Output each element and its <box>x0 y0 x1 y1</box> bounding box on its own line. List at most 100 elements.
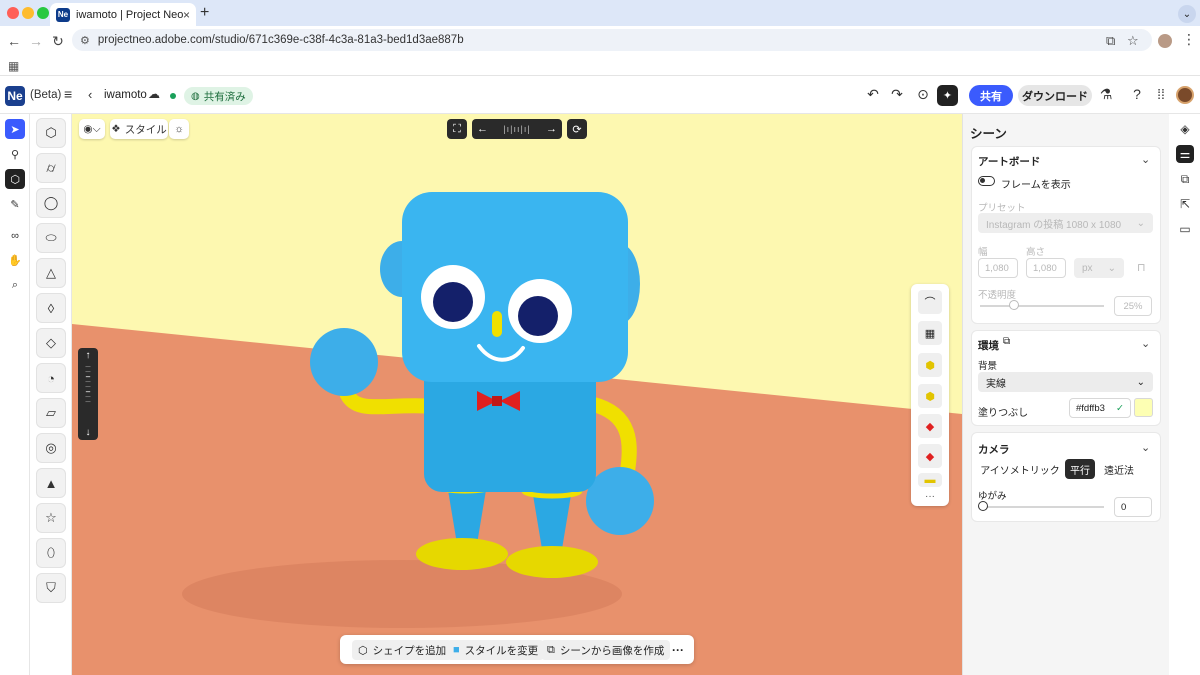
egg-shape-icon[interactable]: ⬯ <box>36 538 66 568</box>
browser-menu-icon[interactable]: ⋮ <box>1182 31 1196 48</box>
install-app-icon[interactable]: ⧉ <box>1106 33 1115 49</box>
distortion-input[interactable]: 0 <box>1114 497 1152 517</box>
undo-icon[interactable]: ↶ <box>864 86 882 103</box>
lab-flask-icon[interactable]: ⚗ <box>1097 86 1115 103</box>
mouse-icon[interactable]: ⊙ <box>914 86 932 103</box>
camera-view-dropdown[interactable]: ◉ ⌵ <box>79 119 105 139</box>
export-icon[interactable]: ⇱ <box>1176 195 1194 213</box>
apps-grid-icon[interactable]: ⁞⁞ <box>1152 86 1170 102</box>
browser-profile-avatar[interactable] <box>1158 34 1172 48</box>
rotation-slider[interactable]: ← |ı|ıı|ı| → <box>472 119 562 139</box>
document-name[interactable]: iwamoto <box>104 89 147 101</box>
plane-shape-icon[interactable]: ▱ <box>36 398 66 428</box>
new-tab-button[interactable]: + <box>200 4 209 22</box>
redo-icon[interactable]: ↷ <box>888 86 906 103</box>
layers-icon[interactable]: ◈ <box>1176 120 1194 138</box>
maximize-window-button[interactable] <box>37 7 49 19</box>
close-tab-icon[interactable]: × <box>183 8 190 22</box>
torus-shape-icon[interactable]: ◎ <box>36 433 66 463</box>
zoom-up-arrow-icon[interactable]: ↑ <box>78 350 98 361</box>
material-red-icon[interactable]: ◆ <box>918 414 942 438</box>
shared-status-badge[interactable]: ◍ 共有済み <box>184 87 253 105</box>
zoom-vertical-slider[interactable]: ↑ ─ ─ ━ ─ ─ ━ ─ ─ ↓ <box>78 348 98 440</box>
lighting-icon[interactable]: ☼ <box>169 119 189 139</box>
site-settings-icon[interactable]: ⚙ <box>80 34 90 47</box>
drop-shape-icon[interactable]: ◊ <box>36 293 66 323</box>
environment-collapse-chevron-icon[interactable]: ⌄ <box>1141 337 1150 350</box>
zoom-down-arrow-icon[interactable]: ↓ <box>78 427 98 438</box>
opacity-slider-thumb[interactable] <box>1009 300 1019 310</box>
help-icon[interactable]: ? <box>1128 86 1146 102</box>
star-shape-icon[interactable]: ☆ <box>36 503 66 533</box>
fill-hex-input[interactable]: #fdffb3 ✓ <box>1069 398 1131 418</box>
minimize-window-button[interactable] <box>22 7 34 19</box>
zoom-tool-icon[interactable]: ⌕ <box>5 275 25 295</box>
share-button[interactable]: 共有 <box>969 85 1013 106</box>
select-tool-icon[interactable]: ➤ <box>5 119 25 139</box>
change-style-button[interactable]: ■ スタイルを変更 <box>447 640 545 660</box>
rotate-left-arrow-icon[interactable]: ← <box>477 123 488 135</box>
tab-list-chevron-icon[interactable]: ⌄ <box>1178 5 1196 23</box>
blob-shape-icon[interactable]: ◔ <box>36 363 66 393</box>
material-yellow-cube-icon[interactable]: ⬢ <box>918 353 942 377</box>
back-chevron-icon[interactable]: ‹ <box>88 87 92 102</box>
cone-shape-icon[interactable]: △ <box>36 258 66 288</box>
combine-tool-icon[interactable]: ∞ <box>5 226 25 246</box>
hamburger-menu-icon[interactable]: ≡ <box>64 86 72 102</box>
url-bar[interactable]: ⚙ projectneo.adobe.com/studio/671c369e-c… <box>72 29 1152 51</box>
lock-ratio-icon[interactable]: ⊓ <box>1137 261 1146 274</box>
unit-select[interactable]: px ⌄ <box>1074 258 1124 278</box>
rotate-right-arrow-icon[interactable]: → <box>546 123 557 135</box>
box-shape-icon[interactable]: ◇ <box>36 328 66 358</box>
close-window-button[interactable] <box>7 7 19 19</box>
material-brush-icon[interactable]: ⌒ <box>918 290 942 314</box>
artboard-collapse-chevron-icon[interactable]: ⌄ <box>1141 153 1150 166</box>
properties-sliders-icon[interactable]: ⚌ <box>1176 145 1194 163</box>
cube-tool-icon[interactable]: ⬡ <box>5 169 25 189</box>
opacity-input[interactable]: 25% <box>1114 296 1152 316</box>
ai-generate-icon[interactable]: ✦ <box>937 85 958 106</box>
reload-icon[interactable]: ↻ <box>50 33 66 50</box>
brush-tool-icon[interactable]: ✎ <box>5 194 25 214</box>
orbit-icon[interactable]: ⟳ <box>567 119 587 139</box>
capsule-shape-icon[interactable]: ⬭ <box>36 223 66 253</box>
add-shape-button[interactable]: ⬡ シェイプを追加 <box>352 640 453 660</box>
camera-mode-perspective[interactable]: 遠近法 <box>1100 459 1138 479</box>
external-link-icon[interactable]: ⧉ <box>1003 336 1010 347</box>
more-actions-icon[interactable]: ··· <box>672 643 684 657</box>
cube-shape-icon[interactable]: ⬡ <box>36 118 66 148</box>
user-avatar[interactable] <box>1176 86 1194 104</box>
background-type-select[interactable]: 実線 ⌄ <box>978 372 1153 392</box>
material-checker-icon[interactable]: ▦ <box>918 321 942 345</box>
preset-select[interactable]: Instagram の投稿 1080 x 1080 ⌄ <box>978 213 1153 233</box>
create-image-button[interactable]: ⧉ シーンから画像を作成 <box>541 640 671 660</box>
browser-tab[interactable]: Ne iwamoto | Project Neo (Beta) × <box>50 3 196 26</box>
comments-icon[interactable]: ▭ <box>1176 220 1194 238</box>
hand-tool-icon[interactable]: ✋ <box>5 250 25 270</box>
material-yellow-box-icon[interactable]: ⬢ <box>918 384 942 408</box>
frame-fit-icon[interactable]: ⛶ <box>447 119 467 139</box>
bookmark-star-icon[interactable]: ☆ <box>1127 33 1139 49</box>
palette-more-icon[interactable]: ··· <box>925 491 935 502</box>
camera-mode-parallel[interactable]: 平行 <box>1065 459 1095 479</box>
material-more-swatch-icon[interactable]: ▬ <box>918 473 942 487</box>
download-button[interactable]: ダウンロード <box>1018 85 1092 106</box>
camera-collapse-chevron-icon[interactable]: ⌄ <box>1141 441 1150 454</box>
sphere-shape-icon[interactable]: ◯ <box>36 188 66 218</box>
apps-grid-icon[interactable]: ▦ <box>8 59 19 73</box>
distortion-slider-track[interactable] <box>980 506 1104 508</box>
cylinder-shape-icon[interactable]: ⌭ <box>36 153 66 183</box>
distortion-slider-thumb[interactable] <box>978 501 988 511</box>
camera-mode-isometric[interactable]: アイソメトリック <box>979 459 1061 479</box>
assets-icon[interactable]: ⧉ <box>1176 170 1194 188</box>
opacity-slider-track[interactable] <box>980 305 1104 307</box>
pyramid-shape-icon[interactable]: ▲ <box>36 468 66 498</box>
style-chip[interactable]: ❖ スタイル <box>110 119 168 139</box>
back-arrow-icon[interactable]: ← <box>6 33 22 49</box>
height-input[interactable]: 1,080 <box>1026 258 1066 278</box>
scene-canvas[interactable] <box>72 114 962 675</box>
material-red-alt-icon[interactable]: ◆ <box>918 444 942 468</box>
shield-shape-icon[interactable]: ⛉ <box>36 573 66 603</box>
fill-color-swatch[interactable] <box>1134 398 1153 417</box>
width-input[interactable]: 1,080 <box>978 258 1018 278</box>
